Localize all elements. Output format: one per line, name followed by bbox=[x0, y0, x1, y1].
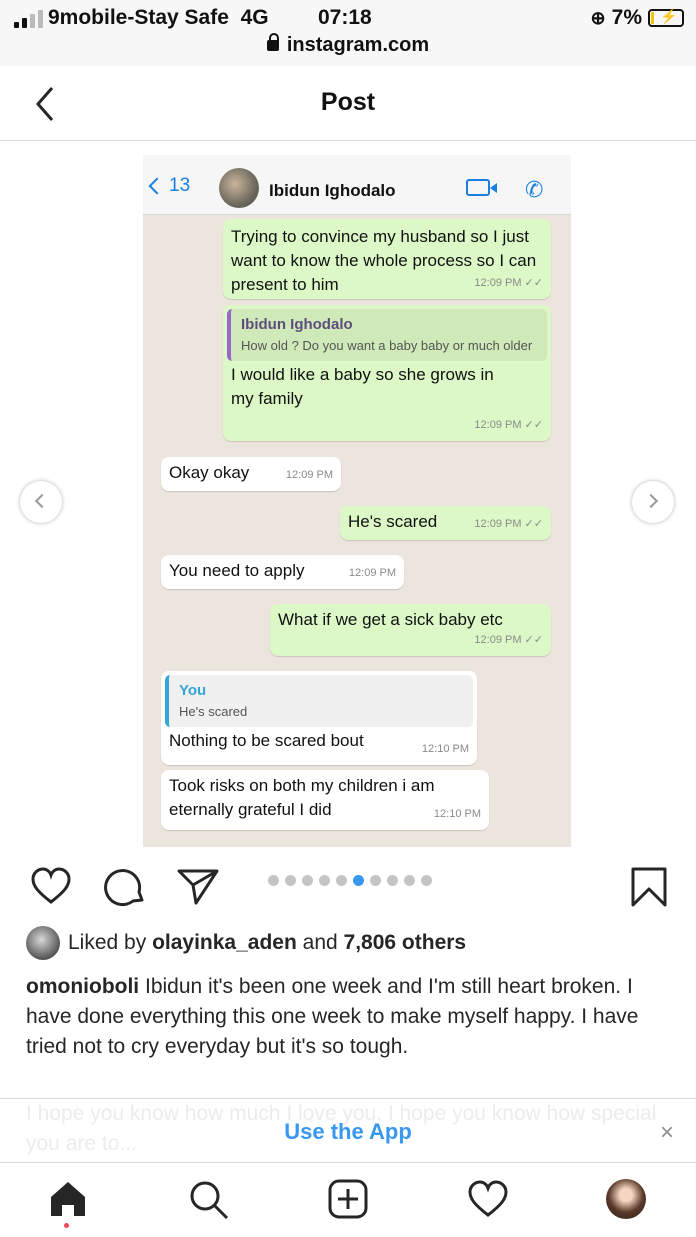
home-icon bbox=[51, 1182, 85, 1216]
carousel-dot bbox=[353, 875, 364, 886]
url-bar[interactable]: instagram.com bbox=[0, 33, 696, 57]
carousel-prev-button[interactable] bbox=[20, 481, 62, 523]
save-button[interactable] bbox=[630, 866, 668, 913]
message-bubble: Okay okay 12:09 PM bbox=[161, 457, 341, 491]
carousel-dot bbox=[268, 875, 279, 886]
tab-profile[interactable] bbox=[606, 1179, 646, 1219]
post-image[interactable]: 13 Ibidun Ighodalo ✆ Trying to convince … bbox=[143, 155, 571, 847]
phone-icon: ✆ bbox=[525, 177, 544, 202]
message-bubble: You He's scared Nothing to be scared bou… bbox=[161, 671, 477, 765]
quoted-message: You He's scared bbox=[165, 675, 473, 727]
chevron-right-icon bbox=[643, 493, 659, 509]
carousel-dot bbox=[421, 875, 432, 886]
share-button[interactable] bbox=[176, 866, 220, 911]
nav-bar: Post bbox=[0, 66, 696, 141]
rotation-lock-icon: ⊕ bbox=[590, 7, 606, 28]
carousel-dot bbox=[285, 875, 296, 886]
message-bubble: Took risks on both my children i am eter… bbox=[161, 770, 489, 830]
profile-avatar bbox=[606, 1179, 646, 1219]
carrier-label: 9mobile-Stay Safe 4G bbox=[48, 6, 269, 29]
likes-count[interactable]: 7,806 others bbox=[344, 931, 467, 955]
carousel-indicator bbox=[268, 875, 432, 886]
post-caption: omonioboli Ibidun it's been one week and… bbox=[26, 972, 666, 1062]
notification-dot bbox=[64, 1223, 69, 1228]
carousel-dot bbox=[404, 875, 415, 886]
chevron-left-icon bbox=[34, 493, 50, 509]
tab-home[interactable] bbox=[48, 1179, 88, 1224]
status-bar: 9mobile-Stay Safe 4G 07:18 ⊕ 7% ⚡ instag… bbox=[0, 0, 696, 66]
carousel-dot bbox=[319, 875, 330, 886]
tab-activity[interactable] bbox=[467, 1179, 509, 1224]
close-icon[interactable]: × bbox=[660, 1119, 674, 1147]
caption-username[interactable]: omonioboli bbox=[26, 975, 139, 998]
lock-icon bbox=[266, 33, 279, 51]
video-call-icon bbox=[466, 179, 497, 196]
activity-icon bbox=[468, 1180, 508, 1217]
comment-button[interactable] bbox=[104, 866, 146, 913]
carousel-dot bbox=[302, 875, 313, 886]
share-icon bbox=[177, 869, 219, 905]
unread-count: 13 bbox=[169, 175, 191, 196]
use-app-link[interactable]: Use the App bbox=[0, 1119, 696, 1145]
liker-username[interactable]: olayinka_aden bbox=[152, 931, 297, 955]
chevron-left-icon bbox=[148, 177, 166, 195]
search-icon bbox=[190, 1181, 229, 1220]
carousel-dot bbox=[370, 875, 381, 886]
message-bubble: You need to apply 12:09 PM bbox=[161, 555, 404, 589]
quoted-message: Ibidun Ighodalo How old ? Do you want a … bbox=[227, 309, 547, 361]
message-bubble: He's scared 12:09 PM ✓✓ bbox=[340, 506, 551, 540]
contact-name: Ibidun Ighodalo bbox=[269, 181, 396, 200]
chat-back: 13 bbox=[148, 175, 191, 197]
carousel-dot bbox=[336, 875, 347, 886]
chat-header: 13 Ibidun Ighodalo ✆ bbox=[143, 155, 571, 215]
like-button[interactable] bbox=[30, 866, 72, 911]
battery-icon: ⚡ bbox=[648, 8, 684, 27]
contact-avatar bbox=[219, 168, 259, 208]
clock: 07:18 bbox=[318, 6, 372, 29]
message-bubble: Ibidun Ighodalo How old ? Do you want a … bbox=[223, 305, 551, 441]
heart-icon bbox=[31, 867, 71, 904]
page-title: Post bbox=[320, 88, 376, 116]
carousel-dot bbox=[387, 875, 398, 886]
url-text: instagram.com bbox=[286, 34, 430, 56]
tab-new-post[interactable] bbox=[328, 1179, 368, 1224]
bookmark-icon bbox=[631, 867, 667, 907]
likes-line: Liked by olayinka_aden and 7,806 others bbox=[26, 926, 466, 960]
message-bubble: Trying to convince my husband so I just … bbox=[223, 219, 551, 299]
signal-icon bbox=[14, 10, 43, 28]
battery-percent: 7% bbox=[611, 6, 642, 29]
post-actions bbox=[0, 862, 696, 912]
add-icon bbox=[328, 1179, 368, 1219]
use-app-banner: I hope you know how much I love you. I h… bbox=[0, 1098, 696, 1162]
message-bubble: What if we get a sick baby etc 12:09 PM … bbox=[270, 604, 551, 656]
bottom-tab-bar bbox=[0, 1162, 696, 1237]
liker-avatar bbox=[26, 926, 60, 960]
comment-icon bbox=[104, 869, 144, 907]
carousel-next-button[interactable] bbox=[632, 481, 674, 523]
battery-status: ⊕ 7% ⚡ bbox=[591, 6, 684, 30]
tab-search[interactable] bbox=[188, 1179, 230, 1226]
